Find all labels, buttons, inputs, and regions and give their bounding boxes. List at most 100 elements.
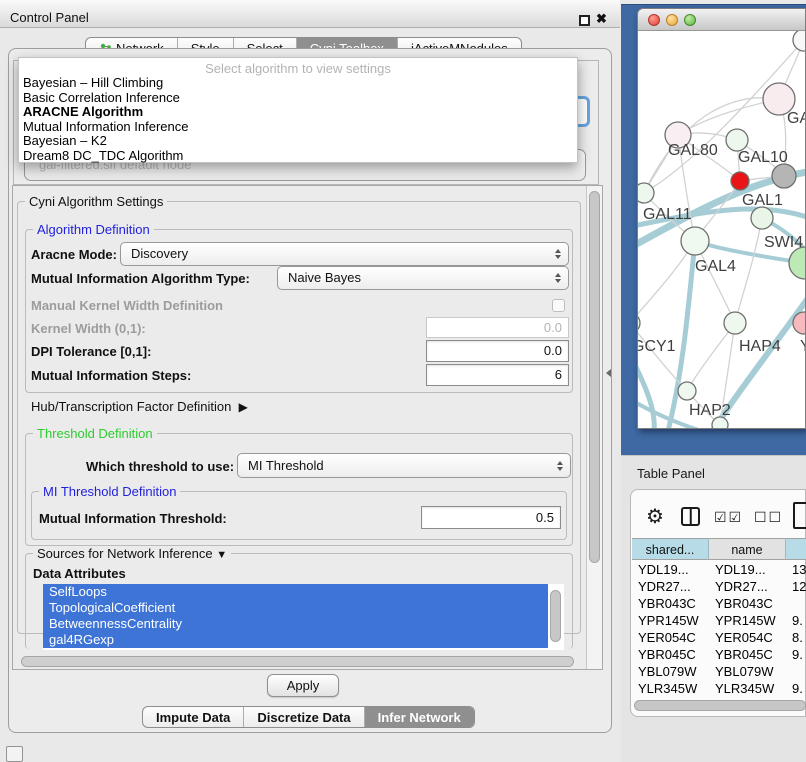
dropdown-item[interactable]: Bayesian – Hill Climbing	[19, 76, 577, 91]
combo-spinner-icon	[555, 273, 561, 283]
column-visibility-icon[interactable]	[681, 507, 700, 526]
table-cell: YDL19...	[632, 561, 709, 578]
algorithm-dropdown-popup: Select algorithm to view settings Bayesi…	[18, 57, 578, 163]
select-all-checkboxes-icon[interactable]: ☑☑	[714, 509, 743, 526]
network-node[interactable]	[638, 183, 654, 203]
close-window-icon[interactable]	[648, 14, 660, 26]
dropdown-item[interactable]: Basic Correlation Inference	[19, 91, 577, 106]
network-node[interactable]	[681, 227, 709, 255]
tab-infer-network[interactable]: Infer Network	[365, 707, 474, 727]
table-cell: YLR345W	[709, 680, 786, 697]
cyni-mode-tabs: Impute Data Discretize DataInfer Network	[142, 706, 475, 728]
table-header-partial[interactable]	[786, 538, 806, 560]
dropdown-item[interactable]: Mutual Information Inference	[19, 120, 577, 135]
tab-impute-data[interactable]: Impute Data	[143, 707, 244, 727]
table-row[interactable]: YBR043CYBR043C	[632, 595, 806, 612]
network-node[interactable]	[772, 164, 796, 188]
settings-horizontal-scrollbar[interactable]	[21, 656, 574, 667]
export-table-icon[interactable]	[793, 502, 806, 529]
mi-type-label: Mutual Information Algorithm Type:	[31, 271, 250, 286]
network-graph: GALGAL80GAL10GAL1GAL11SWI4GAL4GCY1HAP4YH…	[638, 31, 806, 429]
aracne-mode-value: Discovery	[131, 246, 188, 261]
manual-kernel-label: Manual Kernel Width Definition	[31, 298, 223, 313]
attribute-list-item[interactable]: TopologicalCoefficient	[43, 600, 548, 616]
minimize-window-icon[interactable]	[666, 14, 678, 26]
table-row[interactable]: YBL079WYBL079W	[632, 663, 806, 680]
network-view-window[interactable]: GALGAL80GAL10GAL1GAL11SWI4GAL4GCY1HAP4YH…	[637, 8, 806, 429]
table-cell: 9.	[786, 646, 806, 663]
network-node[interactable]	[793, 31, 806, 51]
tab-label: Impute Data	[156, 707, 230, 728]
table-row[interactable]: YDL19...YDL19...13	[632, 561, 806, 578]
table-settings-gear-icon[interactable]: ⚙	[646, 504, 664, 529]
list-vertical-scrollbar[interactable]	[550, 590, 561, 642]
network-node[interactable]	[731, 172, 749, 190]
table-cell: YBR045C	[632, 646, 709, 663]
panel-divider-handle[interactable]	[606, 369, 611, 377]
apply-button[interactable]: Apply	[267, 674, 339, 697]
aracne-mode-label: Aracne Mode:	[31, 247, 117, 262]
which-threshold-combo[interactable]: MI Threshold	[237, 453, 571, 478]
table-panel-title: Table Panel	[637, 466, 705, 481]
table-cell: 9.	[786, 612, 806, 629]
combo-spinner-icon	[555, 249, 561, 259]
zoom-window-icon[interactable]	[684, 14, 696, 26]
table-cell: YER054C	[709, 629, 786, 646]
float-panel-icon[interactable]	[579, 15, 590, 26]
close-panel-icon[interactable]: ✖	[596, 11, 607, 27]
table-header-name[interactable]: name	[709, 538, 786, 560]
minimized-panel-icon[interactable]	[6, 746, 23, 762]
settings-vscroll-thumb[interactable]	[589, 191, 600, 563]
network-node[interactable]	[726, 129, 748, 151]
kernel-width-label: Kernel Width (0,1):	[31, 321, 146, 336]
dropdown-item[interactable]: Dream8 DC_TDC Algorithm	[19, 149, 577, 164]
kernel-width-field[interactable]: 0.0	[426, 317, 569, 338]
network-node[interactable]	[638, 313, 640, 333]
network-edge	[735, 218, 762, 323]
node-label: Y	[800, 338, 806, 355]
aracne-mode-combo[interactable]: Discovery	[120, 242, 569, 266]
table-row[interactable]: YER054CYER054C8.	[632, 629, 806, 646]
network-edge	[687, 323, 735, 391]
network-node[interactable]	[724, 312, 746, 334]
control-panel-titlebar: Control Panel ✖	[0, 0, 620, 28]
table-cell: YDL19...	[709, 561, 786, 578]
mi-threshold-legend: MI Threshold Definition	[39, 484, 180, 499]
table-cell: YBL079W	[632, 663, 709, 680]
table-cell: 12	[786, 578, 806, 595]
node-label: GAL4	[695, 258, 736, 275]
table-cell: 9.	[786, 680, 806, 697]
network-node[interactable]	[789, 247, 806, 279]
sources-legend[interactable]: Sources for Network Inference ▼	[33, 546, 231, 561]
table-row[interactable]: YLR345WYLR345W9.	[632, 680, 806, 697]
table-header-shared-name[interactable]: shared...	[632, 538, 709, 560]
mi-steps-field[interactable]: 6	[426, 364, 569, 386]
dpi-tolerance-field[interactable]: 0.0	[426, 340, 569, 362]
attribute-list-item[interactable]: BetweennessCentrality	[43, 616, 548, 632]
attribute-list-item[interactable]: gal4RGexp	[43, 632, 548, 648]
table-row[interactable]: YPR145WYPR145W9.	[632, 612, 806, 629]
manual-kernel-checkbox[interactable]	[552, 299, 565, 312]
tab-discretize-data[interactable]: Discretize Data	[244, 707, 364, 727]
dropdown-item[interactable]: ARACNE Algorithm	[19, 105, 577, 120]
hub-definition-toggle[interactable]: Hub/Transcription Factor Definition ▶	[31, 399, 248, 414]
mi-threshold-field[interactable]: 0.5	[421, 506, 561, 529]
network-node[interactable]	[751, 207, 773, 229]
attribute-list-item[interactable]: SelfLoops	[43, 584, 548, 600]
table-horizontal-scrollbar[interactable]	[634, 700, 806, 711]
node-label: GAL80	[668, 142, 718, 159]
mi-steps-label: Mutual Information Steps:	[31, 368, 191, 383]
network-window-titlebar[interactable]	[638, 9, 805, 31]
table-cell: YPR145W	[632, 612, 709, 629]
which-threshold-label: Which threshold to use:	[86, 459, 234, 474]
network-canvas[interactable]: GALGAL80GAL10GAL1GAL11SWI4GAL4GCY1HAP4YH…	[638, 31, 805, 429]
network-node[interactable]	[678, 382, 696, 400]
table-row[interactable]: YDR27...YDR27...12	[632, 578, 806, 595]
table-row[interactable]: YBR045CYBR045C9.	[632, 646, 806, 663]
dropdown-item[interactable]: Bayesian – K2	[19, 134, 577, 149]
node-label: GAL	[787, 110, 806, 127]
deselect-all-checkboxes-icon[interactable]: ☐☐	[754, 509, 783, 526]
network-edge	[638, 361, 654, 429]
mi-type-combo[interactable]: Naive Bayes	[277, 266, 569, 290]
network-edge	[668, 241, 695, 429]
